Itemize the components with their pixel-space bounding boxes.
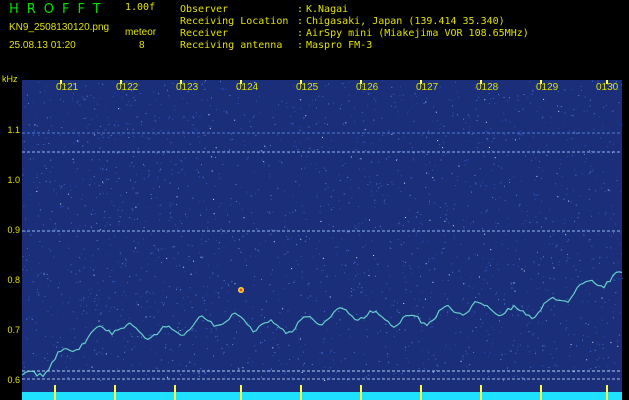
spectrogram-overlay	[21, 80, 623, 400]
x-tick-label: 0128	[476, 82, 499, 93]
x-tick-label: 0126	[356, 82, 379, 93]
x-tick-label: 0123	[176, 82, 199, 93]
x-tick-label: 0130	[596, 82, 619, 93]
x-tick-label: 0129	[536, 82, 559, 93]
x-tick-label: 0124	[236, 82, 259, 93]
x-tick-label: 0127	[416, 82, 439, 93]
x-tick-label: 0125	[296, 82, 319, 93]
x-tick-label: 0121	[56, 82, 79, 93]
x-tick-label: 0122	[116, 82, 139, 93]
